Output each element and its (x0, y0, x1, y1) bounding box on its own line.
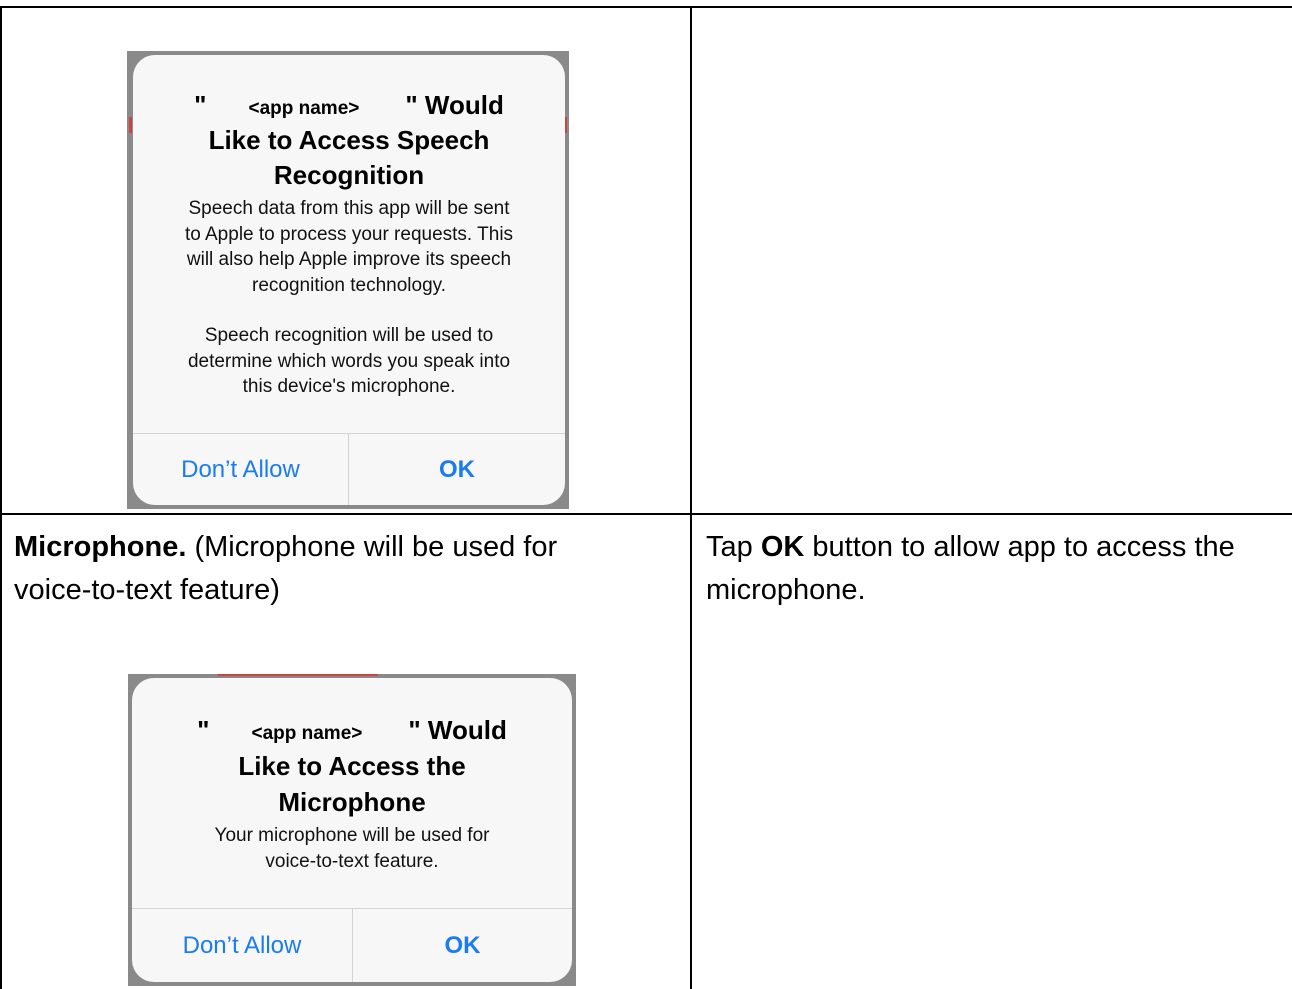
instruction-prefix: Tap (706, 531, 761, 563)
ok-button[interactable]: OK (349, 434, 565, 505)
alert-message: Your microphone will be used for voice-t… (132, 823, 572, 874)
message-line: Speech recognition will be used to (204, 325, 494, 346)
instruction-suffix: button to allow app to access the (804, 531, 1235, 563)
alert-message: Speech data from this app will be sent t… (133, 196, 565, 400)
table-border-middle (690, 6, 692, 989)
instruction-text: Tap OK button to allow app to access the… (706, 526, 1290, 612)
microphone-note-line2: voice-to-text feature) (14, 574, 280, 606)
table-border-left (0, 6, 2, 989)
microphone-heading: Microphone. (Microphone will be used for… (14, 526, 684, 612)
title-quote-close: " Would (408, 715, 507, 745)
alert-title-line3: Microphone (278, 787, 426, 817)
app-name-placeholder: <app name> (251, 723, 363, 744)
message-line: this device's microphone. (242, 376, 456, 397)
alert-title-line2: Like to Access the (238, 751, 466, 781)
alert-title: " <app name> " Would (133, 88, 565, 126)
table-border-top (0, 6, 1292, 8)
title-quote: " (194, 90, 207, 120)
speech-permission-alert: " <app name> " Would Like to Access Speech… (133, 55, 565, 505)
instruction-line2: microphone. (706, 574, 866, 606)
microphone-label: Microphone. (14, 531, 187, 563)
message-line: Your microphone will be used for (214, 825, 490, 846)
message-line: voice-to-text feature. (265, 850, 439, 872)
alert-title-line2: Like to Access Speech (208, 125, 490, 155)
message-line: determine which words you speak into (187, 350, 511, 372)
app-name-placeholder: <app name> (248, 98, 360, 119)
instruction-table: " <app name> " Would Like to Access Speech… (0, 0, 1292, 989)
ok-button[interactable]: OK (353, 909, 572, 982)
dont-allow-button[interactable]: Don’t Allow (133, 434, 348, 505)
message-line: Speech data from this app will be sent (188, 198, 510, 219)
background-mark (218, 674, 378, 676)
instruction-ok-label: OK (760, 531, 805, 563)
microphone-permission-alert: " <app name> " Would Like to Access the Mi… (132, 678, 572, 982)
title-quote: " (197, 715, 210, 745)
alert-title-line3: Recognition (273, 160, 425, 190)
message-line: will also help Apple improve its speech (186, 249, 512, 270)
dont-allow-button[interactable]: Don’t Allow (132, 909, 352, 982)
speech-alert-screenshot: " <app name> " Would Like to Access Speech… (127, 51, 569, 509)
background-mark (129, 117, 132, 133)
title-quote-close: " Would (405, 90, 504, 120)
message-line: to Apple to process your requests. This (184, 223, 514, 245)
table-row-divider (0, 513, 1292, 515)
microphone-alert-screenshot: " <app name> " Would Like to Access the Mi… (128, 674, 576, 986)
microphone-note: (Microphone will be used for (186, 531, 558, 563)
alert-title: " <app name> " Would (132, 713, 572, 751)
message-line: recognition technology. (252, 274, 446, 296)
